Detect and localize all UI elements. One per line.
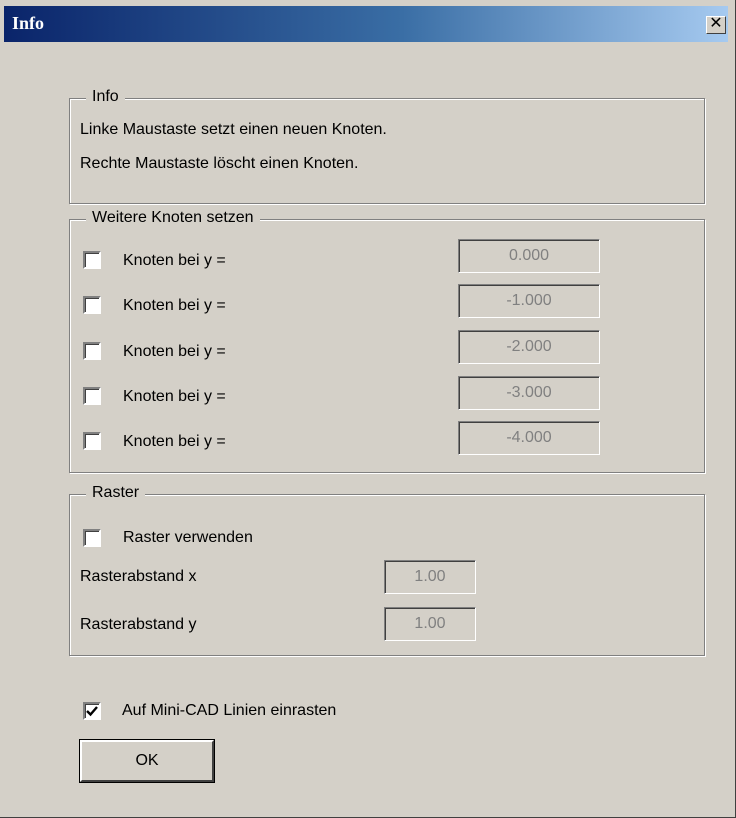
node-y-input-3[interactable]: -2.000: [458, 330, 600, 364]
node-label-1: Knoten bei y =: [123, 252, 226, 269]
node-y-input-2[interactable]: -1.000: [458, 284, 600, 318]
nodes-group-legend: Weitere Knoten setzen: [86, 209, 260, 227]
info-group: Info Linke Maustaste setzt einen neuen K…: [69, 88, 705, 204]
ok-button[interactable]: OK: [79, 739, 215, 783]
snap-checkbox[interactable]: [83, 702, 101, 720]
node-y-input-5[interactable]: -4.000: [458, 421, 600, 455]
raster-use-label: Raster verwenden: [123, 529, 253, 546]
raster-group: Raster Raster verwenden Rasterabstand x …: [69, 484, 705, 656]
node-checkbox-4[interactable]: [83, 387, 101, 405]
raster-y-label: Rasterabstand y: [80, 616, 197, 633]
raster-x-label: Rasterabstand x: [80, 568, 197, 585]
raster-group-legend: Raster: [86, 484, 146, 502]
dialog-window: Info ✕ Info Linke Maustaste setzt einen …: [0, 0, 736, 818]
node-y-input-4[interactable]: -3.000: [458, 376, 600, 410]
node-y-input-1[interactable]: 0.000: [458, 239, 600, 273]
checkmark-icon: [86, 706, 98, 717]
node-label-5: Knoten bei y =: [123, 433, 226, 450]
node-label-3: Knoten bei y =: [123, 343, 226, 360]
node-checkbox-1[interactable]: [83, 251, 101, 269]
title-bar[interactable]: Info ✕: [4, 6, 728, 42]
raster-x-input[interactable]: 1.00: [384, 560, 476, 594]
snap-label: Auf Mini-CAD Linien einrasten: [122, 702, 337, 719]
raster-checkbox[interactable]: [83, 529, 101, 547]
node-checkbox-5[interactable]: [83, 432, 101, 450]
info-line-1: Linke Maustaste setzt einen neuen Knoten…: [80, 121, 387, 138]
window-title: Info: [12, 13, 45, 33]
raster-y-input[interactable]: 1.00: [384, 607, 476, 641]
node-checkbox-2[interactable]: [83, 296, 101, 314]
node-label-2: Knoten bei y =: [123, 297, 226, 314]
info-line-2: Rechte Maustaste löscht einen Knoten.: [80, 155, 359, 172]
close-icon: ✕: [709, 15, 723, 32]
close-button[interactable]: ✕: [706, 16, 726, 34]
nodes-group: Weitere Knoten setzen Knoten bei y = 0.0…: [69, 209, 705, 473]
node-label-4: Knoten bei y =: [123, 388, 226, 405]
node-checkbox-3[interactable]: [83, 342, 101, 360]
info-group-legend: Info: [86, 88, 125, 106]
